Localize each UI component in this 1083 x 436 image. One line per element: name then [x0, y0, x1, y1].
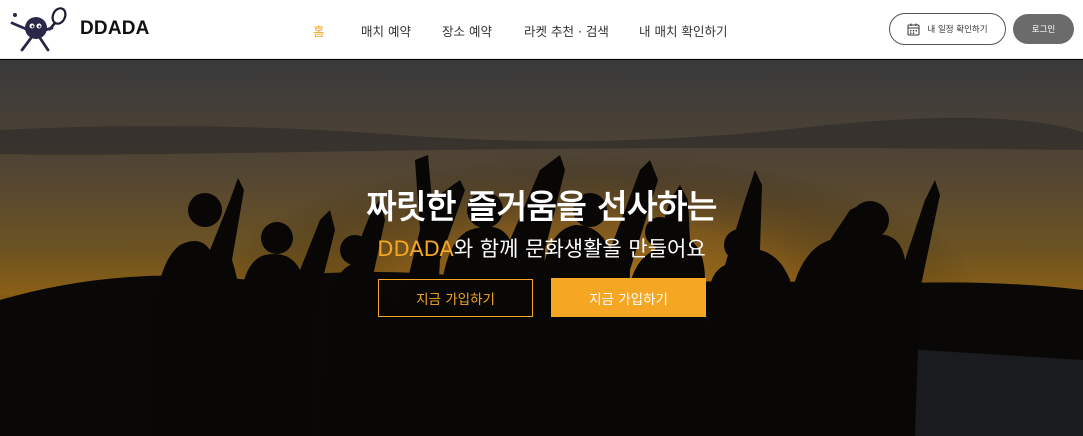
- top-header: DDADA 홈 매치 예약 장소 예약 라켓 추천 · 검색 내 매치 확인하기…: [0, 0, 1083, 59]
- signup-filled-button[interactable]: 지금 가입하기: [551, 278, 706, 317]
- nav-racket-search[interactable]: 라켓 추천 · 검색: [524, 21, 609, 40]
- hero-subtitle-text: 와 함께 문화생활을 만들어요: [453, 237, 706, 261]
- hero-title: 짜릿한 즐거움을 선사하는: [366, 187, 717, 226]
- my-schedule-button[interactable]: 내 일정 확인하기: [889, 13, 1006, 45]
- nav-match-booking[interactable]: 매치 예약: [361, 21, 411, 40]
- racket-mascot-icon[interactable]: [8, 6, 72, 54]
- hero-subtitle: DDADA와 함께 문화생활을 만들어요: [0, 233, 1083, 263]
- hero-banner: 짜릿한 즐거움을 선사하는 DDADA와 함께 문화생활을 만들어요 지금 가입…: [0, 60, 1083, 436]
- hero-subtitle-brand: DDADA: [377, 237, 454, 261]
- login-button[interactable]: 로그인: [1013, 14, 1074, 44]
- my-schedule-label: 내 일정 확인하기: [927, 25, 988, 35]
- nav-home[interactable]: 홈: [313, 21, 325, 40]
- brand-name[interactable]: DDADA: [80, 18, 150, 40]
- calendar-icon: [907, 23, 920, 35]
- nav-my-matches[interactable]: 내 매치 확인하기: [639, 21, 727, 40]
- signup-outline-button[interactable]: 지금 가입하기: [378, 279, 533, 317]
- nav-venue-booking[interactable]: 장소 예약: [442, 21, 492, 40]
